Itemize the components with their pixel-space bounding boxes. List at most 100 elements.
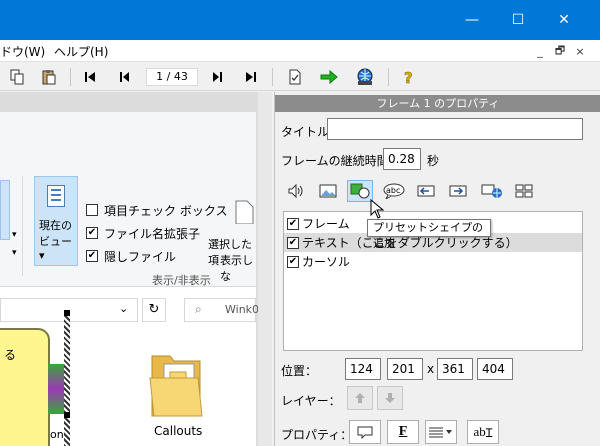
hidden-files-label: 隠しファイル [104, 250, 177, 264]
add-text-icon[interactable]: abc [381, 180, 407, 202]
item-check-checkbox [86, 204, 98, 216]
add-frame-control-icon[interactable] [511, 180, 537, 202]
item-check-label: 項目チェック ボックス [104, 204, 228, 218]
layer-label: カーソル [302, 255, 351, 269]
duration-label: フレームの継続時間 [281, 154, 389, 168]
menu-window[interactable]: ドウ(W) [0, 43, 45, 60]
tooltip: プリセットシェイプの追加 [367, 219, 491, 250]
canvas-scrollbar[interactable] [258, 92, 272, 446]
ribbon-scroll-icon: ▾ [12, 230, 17, 240]
close-button[interactable]: ✕ [541, 0, 587, 40]
toolbar-separator [388, 68, 389, 86]
mdi-minimize-button[interactable]: _ [532, 43, 548, 59]
alignment-button[interactable] [425, 420, 457, 444]
window-titlebar: — ☐ ✕ [0, 0, 600, 40]
explorer-search-box: ⌕ Wink0 [184, 298, 260, 322]
file-ext-checkbox: ✔ [86, 227, 98, 239]
position-y-input[interactable]: 201 [387, 358, 423, 380]
add-button-back-icon[interactable] [413, 180, 439, 202]
duration-unit: 秒 [427, 154, 440, 168]
layout-selection [0, 180, 10, 240]
page-counter-field[interactable]: 1 / 43 [146, 68, 198, 86]
current-view-icon [47, 185, 65, 207]
layer-up-button[interactable] [347, 386, 373, 410]
callout-shape: る [0, 328, 50, 446]
ribbon-more-icon: ▾ [12, 248, 17, 258]
current-view-label-1: 現在の [39, 219, 72, 232]
speech-bubble-icon [357, 426, 373, 439]
ribbon: ▾ ▾ 現在の ビュー ▾ 項目チェック ボックス ✔ ファイル名拡張子 ✔ 隠… [0, 112, 256, 287]
ribbon-group-label: 表示/非表示 [152, 274, 211, 287]
copy-icon[interactable] [6, 67, 28, 87]
hide-selected-label-2: 表示しな [220, 254, 253, 283]
paste-icon[interactable] [38, 67, 60, 87]
position-x-input[interactable]: 124 [345, 358, 381, 380]
position-label: 位置： [281, 364, 318, 378]
properties-header: フレーム 1 のプロパティ [275, 95, 600, 112]
layer-visible-checkbox[interactable]: ✔ [287, 217, 299, 230]
last-frame-icon[interactable] [240, 67, 262, 87]
main-toolbar: 1 / 43 ? [0, 63, 600, 91]
resize-handle [64, 412, 70, 418]
title-input[interactable] [327, 118, 583, 140]
height-input[interactable]: 404 [477, 358, 513, 380]
first-frame-icon[interactable] [80, 67, 102, 87]
minimize-button[interactable]: — [449, 0, 495, 40]
title-label: タイトル [281, 125, 330, 139]
toolbar-separator [272, 68, 273, 86]
add-image-icon[interactable] [315, 180, 341, 202]
selection-frame-edge [64, 312, 70, 446]
globe-icon[interactable] [354, 67, 376, 87]
maximize-button[interactable]: ☐ [495, 0, 541, 40]
text-format-label: ab [473, 424, 486, 439]
current-view-label-2: ビュー ▾ [39, 235, 72, 262]
go-arrow-icon[interactable] [318, 67, 340, 87]
frame-canvas[interactable]: ▾ ▾ 現在の ビュー ▾ 項目チェック ボックス ✔ ファイル名拡張子 ✔ 隠… [0, 92, 272, 446]
mdi-restore-button[interactable]: 🗗 [552, 43, 568, 59]
layer-order-label: レイヤー： [281, 394, 341, 408]
folder-label: Callouts [154, 424, 203, 438]
search-placeholder: Wink0 [225, 303, 260, 316]
explorer-window-capture: ▾ ▾ 現在の ビュー ▾ 項目チェック ボックス ✔ ファイル名拡張子 ✔ 隠… [0, 112, 260, 446]
toolbar-separator [70, 68, 71, 86]
position-separator: x [427, 362, 435, 376]
svg-text:?: ? [404, 69, 413, 85]
partial-file-label: on [50, 428, 64, 441]
add-sound-icon[interactable] [283, 180, 309, 202]
duration-input[interactable]: 0.28 [383, 148, 421, 170]
align-lines-icon [429, 427, 452, 438]
text-format-button[interactable]: ab Ɪ [467, 420, 499, 444]
address-dropdown-icon: ⌄ [119, 302, 129, 315]
hidden-files-checkbox: ✔ [86, 250, 98, 262]
hide-selected-icon [234, 200, 254, 225]
layer-label: フレーム [302, 217, 350, 231]
document-check-icon[interactable] [284, 67, 306, 87]
layer-visible-checkbox[interactable]: ✔ [287, 255, 299, 268]
property-label: プロパティ： [281, 428, 353, 442]
add-link-button-icon[interactable] [479, 180, 505, 202]
properties-panel: フレーム 1 のプロパティ タイトル フレームの継続時間 0.28 秒 abc … [274, 92, 600, 446]
prev-frame-icon[interactable] [114, 67, 136, 87]
callout-text: る [4, 348, 17, 362]
layer-visible-checkbox[interactable]: ✔ [287, 236, 299, 249]
file-ext-label: ファイル名拡張子 [104, 227, 201, 241]
current-view-button: 現在の ビュー ▾ [34, 176, 78, 266]
svg-text:abc: abc [386, 186, 400, 195]
resize-handle [64, 310, 70, 316]
mdi-close-button[interactable]: × [572, 43, 588, 59]
menu-bar: ドウ(W) ヘルプ(H) _ 🗗 × [0, 40, 600, 62]
layer-row[interactable]: ✔ カーソル [284, 252, 582, 271]
font-button[interactable]: F [387, 420, 419, 444]
folder-icon [148, 348, 204, 420]
width-input[interactable]: 361 [437, 358, 473, 380]
add-button-next-icon[interactable] [445, 180, 471, 202]
shape-style-button[interactable] [349, 420, 381, 444]
help-icon[interactable]: ? [398, 67, 420, 87]
search-icon: ⌕ [195, 302, 202, 316]
arrow-up-icon [355, 393, 365, 403]
arrow-down-icon [385, 393, 395, 403]
refresh-icon: ↻ [142, 298, 166, 322]
layer-down-button[interactable] [377, 386, 403, 410]
next-frame-icon[interactable] [206, 67, 228, 87]
menu-help[interactable]: ヘルプ(H) [54, 43, 108, 60]
